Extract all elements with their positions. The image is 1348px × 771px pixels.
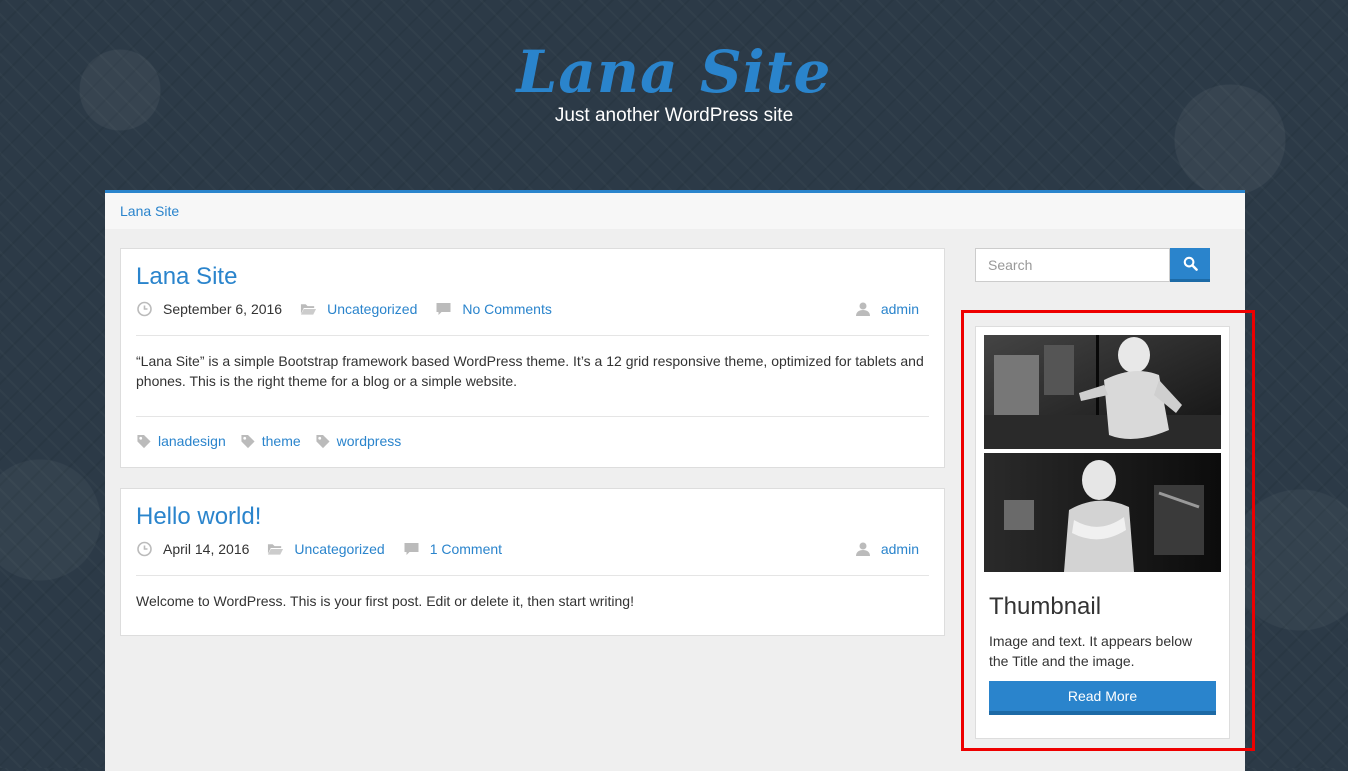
user-icon (855, 542, 870, 556)
thumbnail-widget: Thumbnail Image and text. It appears bel… (975, 326, 1230, 739)
post-date: April 14, 2016 (163, 541, 250, 557)
divider (136, 416, 929, 417)
comment-icon (404, 543, 419, 555)
post-author-link[interactable]: admin (881, 301, 919, 317)
read-more-button[interactable]: Read More (989, 681, 1216, 715)
post-author-link[interactable]: admin (881, 541, 919, 557)
tag-link[interactable]: lanadesign (158, 433, 226, 449)
site-tagline: Just another WordPress site (554, 105, 794, 126)
folder-open-icon (268, 544, 284, 555)
post-excerpt: Welcome to WordPress. This is your first… (136, 593, 634, 609)
post-category-link[interactable]: Uncategorized (327, 301, 417, 317)
search-icon (1183, 256, 1198, 271)
post-category-link[interactable]: Uncategorized (294, 541, 384, 557)
clock-icon (137, 301, 152, 317)
post-date: September 6, 2016 (163, 301, 283, 317)
post-meta: September 6, 2016 Uncategorized No Comme… (136, 301, 570, 317)
post-meta: April 14, 2016 Uncategorized 1 Comment (136, 541, 520, 557)
widget-title: Thumbnail (989, 593, 1102, 620)
post-card: Lana Site September 6, 2016 Uncategorize… (120, 248, 945, 468)
post-card: Hello world! April 14, 2016 Uncategorize… (120, 488, 945, 636)
site-header: Lana Site Just another WordPress site (0, 0, 1348, 190)
divider (136, 575, 929, 576)
post-title-link[interactable]: Lana Site (136, 263, 237, 291)
tag-link[interactable]: wordpress (337, 433, 402, 449)
tag-icon (137, 434, 151, 448)
post-title-link[interactable]: Hello world! (136, 503, 261, 531)
tag-icon (316, 434, 330, 448)
divider (136, 335, 929, 336)
widget-text: Image and text. It appears below the Tit… (989, 633, 1193, 669)
comment-icon (436, 303, 451, 315)
site-title[interactable]: Lana Site (0, 32, 1348, 112)
breadcrumb-bar: Lana Site (105, 193, 1245, 229)
post-tags: lanadesign theme wordpress (136, 433, 415, 449)
post-comments-link[interactable]: 1 Comment (430, 541, 502, 557)
search-input[interactable] (975, 248, 1170, 282)
search-button[interactable] (1170, 248, 1210, 282)
post-excerpt: “Lana Site” is a simple Bootstrap framew… (136, 353, 924, 389)
tag-icon (241, 434, 255, 448)
clock-icon (137, 541, 152, 557)
breadcrumb-home-link[interactable]: Lana Site (120, 203, 179, 219)
post-author: admin (855, 541, 919, 557)
main-container: Lana Site Lana Site September 6, 2016 Un… (105, 190, 1245, 771)
tag-link[interactable]: theme (262, 433, 301, 449)
post-comments-link[interactable]: No Comments (462, 301, 551, 317)
user-icon (855, 302, 870, 316)
post-author: admin (855, 301, 919, 317)
folder-open-icon (301, 304, 317, 315)
widget-thumbnail-image[interactable] (984, 335, 1221, 572)
